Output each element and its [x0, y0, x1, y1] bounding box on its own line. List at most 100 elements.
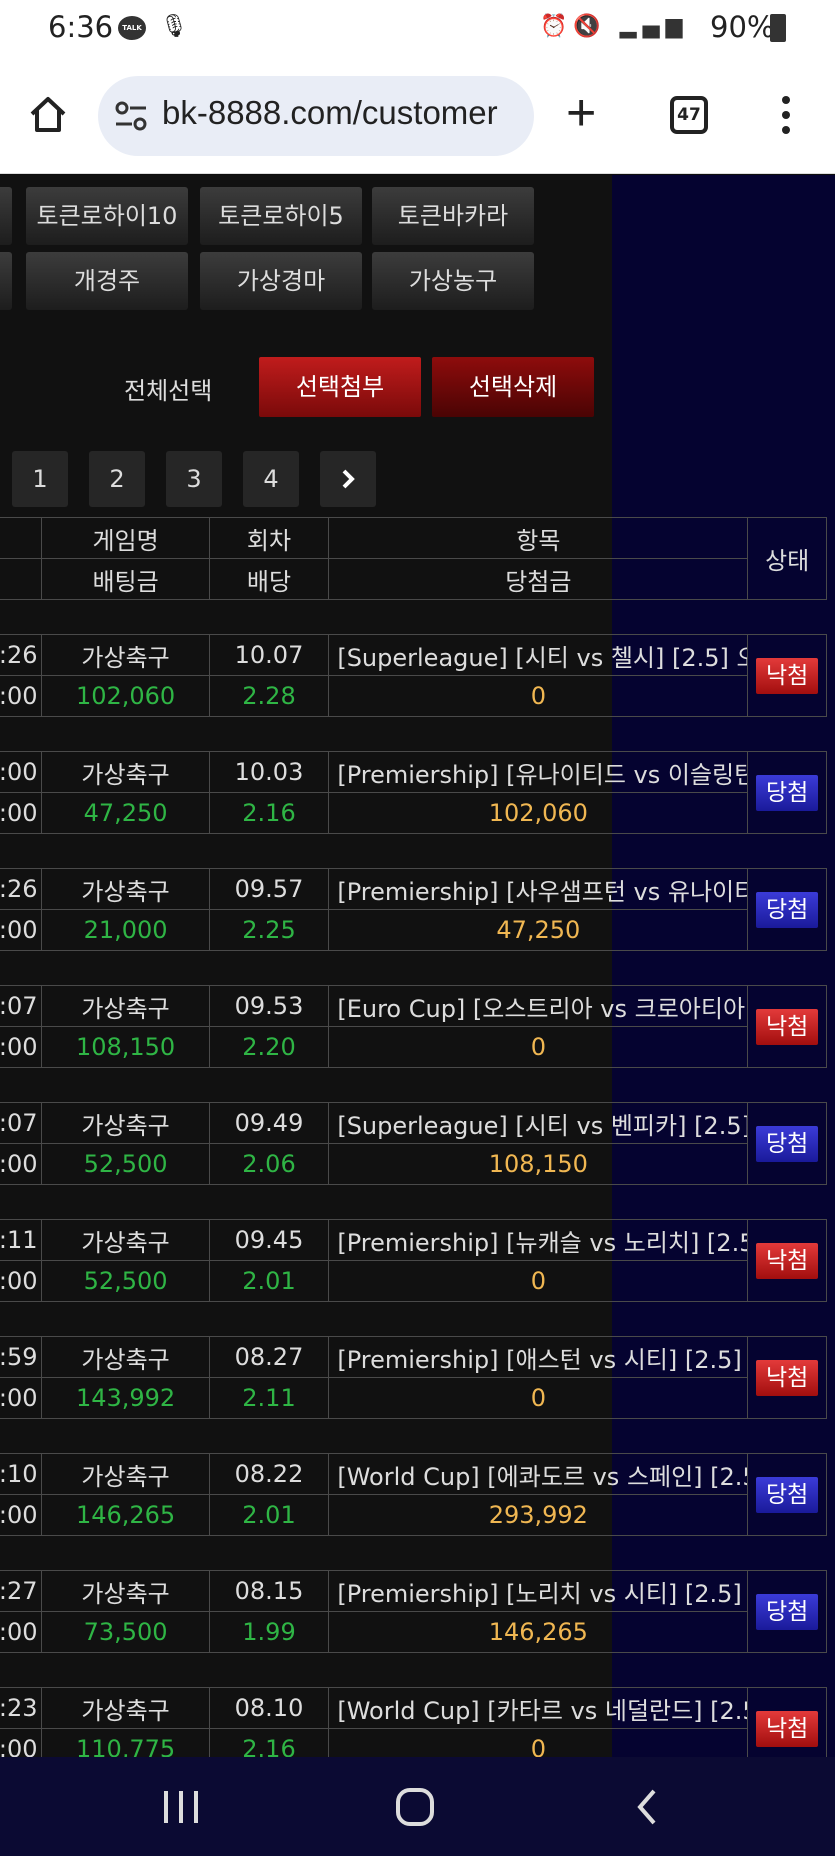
- status-cell: 당첨: [747, 868, 827, 951]
- game-name-cell: 가상축구: [41, 1219, 210, 1261]
- tab-switcher-button[interactable]: 47: [670, 96, 708, 134]
- bet-amount-cell: 102,060: [41, 675, 210, 717]
- status-bar: 6:36 TALK 🎙 ⏰🔇 ▂▄▆ 90%: [0, 0, 835, 58]
- item-cell: [Superleague] [시티 vs 첼시] [2.5] 오버: [328, 634, 749, 676]
- page-content: 토큰로하이10 토큰로하이5 토큰바카라 개경주 가상경마 가상농구 전체선택 …: [0, 175, 835, 1757]
- table-row: :23 가상축구 08.10 [World Cup] [카타르 vs 네덜란드] [2…: [0, 1687, 827, 1757]
- header-item: 항목: [328, 517, 749, 559]
- time-cell: :00: [0, 751, 43, 793]
- bet-amount-cell: 52,500: [41, 1143, 210, 1185]
- time-cell: :00: [0, 1494, 43, 1536]
- back-icon[interactable]: [632, 1787, 662, 1827]
- row-spacer: [0, 1301, 827, 1337]
- game-button[interactable]: 토큰로하이10: [26, 187, 188, 245]
- game-button[interactable]: 개경주: [26, 252, 188, 310]
- spacer-cell: [0, 950, 827, 986]
- odds-cell: 2.20: [208, 1026, 330, 1068]
- bet-amount-cell: 52,500: [41, 1260, 210, 1302]
- time-cell: :26: [0, 634, 43, 676]
- header-game: 게임명: [41, 517, 210, 559]
- row-spacer: [0, 1067, 827, 1103]
- item-cell: [Euro Cup] [오스트리아 vs 크로아티아] [: [328, 985, 749, 1027]
- more-menu-icon[interactable]: [778, 96, 794, 136]
- game-name-cell: 가상축구: [41, 985, 210, 1027]
- time-cell: :00: [0, 1377, 43, 1419]
- item-cell: [Premiership] [노리치 vs 시티] [2.5] 오버: [328, 1570, 749, 1612]
- row-spacer: [0, 1535, 827, 1571]
- site-settings-icon[interactable]: [114, 100, 148, 132]
- row-spacer: [0, 1184, 827, 1220]
- home-icon[interactable]: [28, 94, 68, 134]
- round-cell: 08.22: [208, 1453, 330, 1495]
- status-cell: 당첨: [747, 1453, 827, 1536]
- time-cell: :00: [0, 675, 43, 717]
- attach-selected-button[interactable]: 선택첨부: [259, 357, 421, 417]
- table-row: :26 가상축구 10.07 [Superleague] [시티 vs 첼시] [2.…: [0, 634, 827, 717]
- time-cell: :11: [0, 1219, 43, 1261]
- game-name-cell: 가상축구: [41, 751, 210, 793]
- status-cell: 낙첨: [747, 1336, 827, 1419]
- system-nav-bar: [0, 1757, 835, 1856]
- recent-apps-icon[interactable]: [160, 1787, 202, 1827]
- page-3-button[interactable]: 3: [166, 451, 222, 507]
- page-1-button[interactable]: 1: [12, 451, 68, 507]
- bet-amount-cell: 143,992: [41, 1377, 210, 1419]
- table-row: :00 146,265 2.01 293,992: [0, 1494, 827, 1536]
- page-2-button[interactable]: 2: [89, 451, 145, 507]
- url-text: bk-8888.com/customer: [162, 94, 498, 131]
- game-name-cell: 가상축구: [41, 868, 210, 910]
- round-cell: 10.07: [208, 634, 330, 676]
- delete-selected-button[interactable]: 선택삭제: [432, 357, 594, 417]
- round-cell: 10.03: [208, 751, 330, 793]
- game-name-cell: 가상축구: [41, 1687, 210, 1729]
- table-row: :10 가상축구 08.22 [World Cup] [에콰도르 vs 스페인] [2…: [0, 1453, 827, 1536]
- round-cell: 09.49: [208, 1102, 330, 1144]
- table-row: :00 52,500 2.06 108,150: [0, 1143, 827, 1185]
- round-cell: 08.27: [208, 1336, 330, 1378]
- header-win-amount: 당첨금: [328, 558, 749, 600]
- game-button[interactable]: 가상경마: [200, 252, 362, 310]
- status-badge: 낙첨: [756, 1710, 819, 1747]
- item-cell: [Premiership] [유나이티드 vs 이슬링턴]: [328, 751, 749, 793]
- table-row: :07 가상축구 09.53 [Euro Cup] [오스트리아 vs 크로아티아] …: [0, 985, 827, 1068]
- game-button[interactable]: 가상농구: [372, 252, 534, 310]
- bet-amount-cell: 146,265: [41, 1494, 210, 1536]
- game-name-cell: 가상축구: [41, 634, 210, 676]
- spacer-cell: [0, 1652, 827, 1688]
- spacer-cell: [0, 1184, 827, 1220]
- round-cell: 08.15: [208, 1570, 330, 1612]
- status-badge: 당첨: [756, 891, 819, 928]
- status-cell: 당첨: [747, 751, 827, 834]
- header-round: 회차: [208, 517, 330, 559]
- battery-icon: [770, 14, 786, 42]
- page-4-button[interactable]: 4: [243, 451, 299, 507]
- next-page-button[interactable]: [320, 451, 376, 507]
- table-row: :07 가상축구 09.49 [Superleague] [시티 vs 벤피카] [2…: [0, 1102, 827, 1185]
- address-bar[interactable]: bk-8888.com/customer: [98, 76, 534, 156]
- game-button-partial[interactable]: [0, 252, 12, 310]
- game-button-partial[interactable]: [0, 187, 12, 245]
- chevron-right-icon: [342, 469, 355, 489]
- status-badge: 당첨: [756, 1593, 819, 1630]
- table-row: :00 가상축구 10.03 [Premiership] [유나이티드 vs 이슬링턴…: [0, 751, 827, 834]
- time-cell: :00: [0, 1143, 43, 1185]
- time-cell: :00: [0, 1611, 43, 1653]
- odds-cell: 2.25: [208, 909, 330, 951]
- win-amount-cell: 0: [328, 1026, 749, 1068]
- time-cell: :10: [0, 1453, 43, 1495]
- table-row: :00 21,000 2.25 47,250: [0, 909, 827, 951]
- new-tab-button[interactable]: +: [566, 87, 596, 139]
- item-cell: [Premiership] [애스턴 vs 시티] [2.5] 오버: [328, 1336, 749, 1378]
- table-row: :27 가상축구 08.15 [Premiership] [노리치 vs 시티] [2…: [0, 1570, 827, 1653]
- status-badge: 낙첨: [756, 1359, 819, 1396]
- bet-amount-cell: 21,000: [41, 909, 210, 951]
- item-cell: [World Cup] [카타르 vs 네덜란드] [2.5]: [328, 1687, 749, 1729]
- odds-cell: 2.01: [208, 1260, 330, 1302]
- game-button[interactable]: 토큰로하이5: [200, 187, 362, 245]
- game-name-cell: 가상축구: [41, 1102, 210, 1144]
- home-nav-icon[interactable]: [394, 1787, 436, 1827]
- select-all-button[interactable]: 전체선택: [124, 371, 212, 406]
- bet-amount-cell: 108,150: [41, 1026, 210, 1068]
- table-row: :00 110,775 2.16 0: [0, 1728, 827, 1757]
- game-button[interactable]: 토큰바카라: [372, 187, 534, 245]
